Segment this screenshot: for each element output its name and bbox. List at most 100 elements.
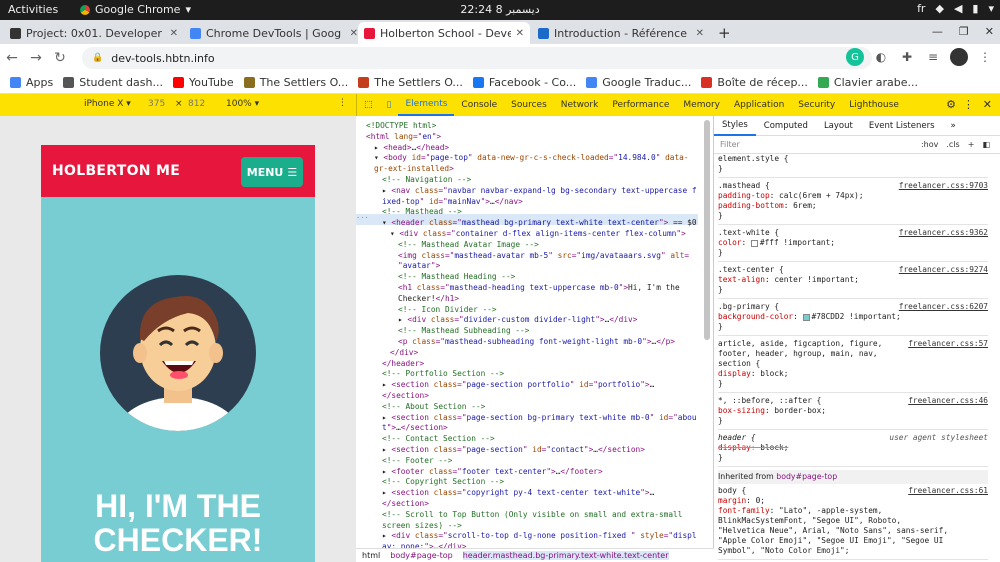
property-value[interactable]: 0; [756,496,765,505]
property-name[interactable]: color [718,238,741,247]
tab-layout[interactable]: Layout [816,116,861,136]
style-rule-line[interactable]: *, ::before, ::after {freelancer.css:46 [718,396,988,406]
property-value[interactable]: block; [760,443,788,452]
dom-node-line[interactable]: <!-- Scroll to Top Button (Only visible … [382,509,682,520]
cls-toggle[interactable]: .cls [946,140,959,149]
dom-node-line[interactable]: <!-- Contact Section --> [382,433,495,444]
playlist-icon[interactable]: ≡ [924,48,942,66]
zoom-select[interactable]: 100% ▾ [226,99,259,109]
source-link[interactable]: freelancer.css:61 [908,486,988,496]
tab-holberton[interactable]: Holberton School - Develo ✕ [358,22,530,44]
source-link[interactable]: freelancer.css:46 [908,396,988,406]
dom-node-line[interactable]: ▾ <body id="page-top" data-new-gr-c-s-ch… [374,152,689,163]
property-value[interactable]: calc(6rem + 74px); [779,191,864,200]
style-rule-line[interactable]: display: block; [718,369,988,379]
hov-toggle[interactable]: :hov [921,140,938,149]
dom-node-line[interactable]: <!-- Copyright Section --> [382,476,504,487]
bookmark-item[interactable]: Student dash... [63,76,163,89]
dom-node-line[interactable]: <p class="masthead-subheading font-weigh… [398,336,675,347]
inspect-icon[interactable]: ⬚ [357,94,380,116]
dom-node-line[interactable]: <!-- Navigation --> [382,174,471,185]
dom-node-line[interactable]: ▸ <section class="page-section" id="cont… [382,444,645,455]
grammarly-icon[interactable]: G [846,48,864,66]
dom-node-line[interactable]: ▸ <section class="page-section portfolio… [382,379,654,390]
add-rule-icon[interactable]: + [968,140,975,149]
close-icon[interactable]: ✕ [170,28,178,39]
tab-event-listeners[interactable]: Event Listeners [861,116,943,136]
style-rule-line[interactable]: text-align: center !important; [718,275,988,285]
dom-node-line[interactable]: t">…</section> [382,422,448,433]
style-rule-line[interactable]: article, aside, figcaption, figure, freel… [718,339,988,349]
sidebar-toggle-icon[interactable]: ◧ [982,140,990,149]
dom-node-line[interactable]: ▸ <footer class="footer text-center">…</… [382,466,603,477]
tab-performance[interactable]: Performance [605,94,676,116]
property-value[interactable]: block; [760,369,788,378]
system-tray[interactable]: fr ◆ ◀ ▮ ▾ [917,2,994,15]
back-icon[interactable]: ← [0,50,24,66]
property-value[interactable]: "Lato", -apple-system, [779,506,882,515]
dom-node-line[interactable]: </section> [382,390,429,401]
close-icon[interactable]: ✕ [350,28,358,39]
reload-icon[interactable]: ↻ [48,50,72,66]
style-rule-line[interactable]: } [718,285,988,295]
tab-computed[interactable]: Computed [756,116,816,136]
style-rule-line[interactable]: } [718,164,988,174]
style-rule-line[interactable]: margin: 0; [718,496,988,506]
dom-node-line[interactable]: <img class="masthead-avatar mb-5" src="i… [398,250,689,261]
dom-node-line[interactable]: <h1 class="masthead-heading text-upperca… [398,282,680,293]
dom-node-line[interactable]: ▸ <nav class="navbar navbar-expand-lg bg… [382,185,697,196]
tab-lighthouse[interactable]: Lighthouse [842,94,906,116]
dom-node-line[interactable]: </header> [382,358,424,369]
close-icon[interactable]: ✕ [696,28,704,39]
breadcrumb-header[interactable]: header.masthead.bg-primary.text-white.te… [462,551,669,560]
site-brand[interactable]: HOLBERTON ME [52,163,180,179]
new-tab-button[interactable]: + [712,22,736,44]
dom-node-line[interactable]: ▸ <div class="divider-custom divider-lig… [398,314,637,325]
dom-node-line[interactable]: ▸ <div class="scroll-to-top d-lg-none po… [382,530,697,541]
device-select[interactable]: iPhone X ▾ [84,99,131,109]
style-rule-line[interactable]: .text-white {freelancer.css:9362 [718,228,988,238]
tab-elements[interactable]: Elements [398,94,455,116]
forward-icon[interactable]: → [24,50,48,66]
property-name[interactable]: padding-bottom [718,201,784,210]
dom-node-line[interactable]: </div> [390,347,418,358]
dom-node-line[interactable]: <!-- Icon Divider --> [398,304,497,315]
style-rule-line[interactable]: .bg-primary {freelancer.css:6207 [718,302,988,312]
dom-node-line[interactable]: <!-- Masthead Subheading --> [398,325,529,336]
style-rule-line[interactable]: "Apple Color Emoji", "Segoe UI Emoji", "… [718,536,988,546]
source-link[interactable]: freelancer.css:9362 [899,228,988,238]
property-value[interactable]: center !important; [774,275,859,284]
style-rule-line[interactable]: } [718,453,988,463]
breadcrumb-body[interactable]: body#page-top [390,551,452,560]
kebab-menu-icon[interactable]: ⋮ [963,98,974,111]
bookmark-youtube[interactable]: YouTube [172,76,234,89]
style-rule-line[interactable]: } [718,416,988,426]
property-name[interactable]: display [718,369,751,378]
bookmark-item[interactable]: Clavier arabe... [817,76,918,89]
tab-introduction[interactable]: Introduction - Référence ✕ [532,22,710,44]
dom-node-line[interactable]: ▸ <head>…</head> [374,142,449,153]
bookmark-gmail[interactable]: Boîte de récep... [701,76,808,89]
color-swatch[interactable] [802,313,810,321]
style-rule-line[interactable]: color: #fff !important; [718,238,988,248]
property-name[interactable]: display [718,443,751,452]
style-rule-line[interactable]: box-sizing: border-box; [718,406,988,416]
inherited-node[interactable]: body#page-top [776,472,837,481]
width-input[interactable]: 375 [148,99,165,109]
more-icon[interactable]: ··· [356,214,369,222]
dom-node-line[interactable]: <!DOCTYPE html> [366,120,436,131]
source-link[interactable]: freelancer.css:9274 [899,265,988,275]
dom-node-line[interactable]: <!-- About Section --> [382,401,485,412]
bookmark-translate[interactable]: Google Traduc... [586,76,691,89]
tab-security[interactable]: Security [791,94,842,116]
dom-node-line[interactable]: ▾ <div class="container d-flex align-ite… [390,228,686,239]
palette-icon[interactable]: ◐ [872,48,890,66]
property-value[interactable]: 6rem; [793,201,816,210]
style-rule-line[interactable]: Symbol", "Noto Color Emoji"; [718,546,988,556]
device-toggle-icon[interactable]: ▯ [380,94,399,116]
color-swatch[interactable] [750,239,758,247]
address-bar[interactable]: 🔒 dev-tools.hbtn.info ☆ [82,47,872,69]
dom-node-line[interactable]: <!-- Masthead Avatar Image --> [398,239,539,250]
property-name[interactable]: box-sizing [718,406,765,415]
style-rule-line[interactable]: } [718,248,988,258]
